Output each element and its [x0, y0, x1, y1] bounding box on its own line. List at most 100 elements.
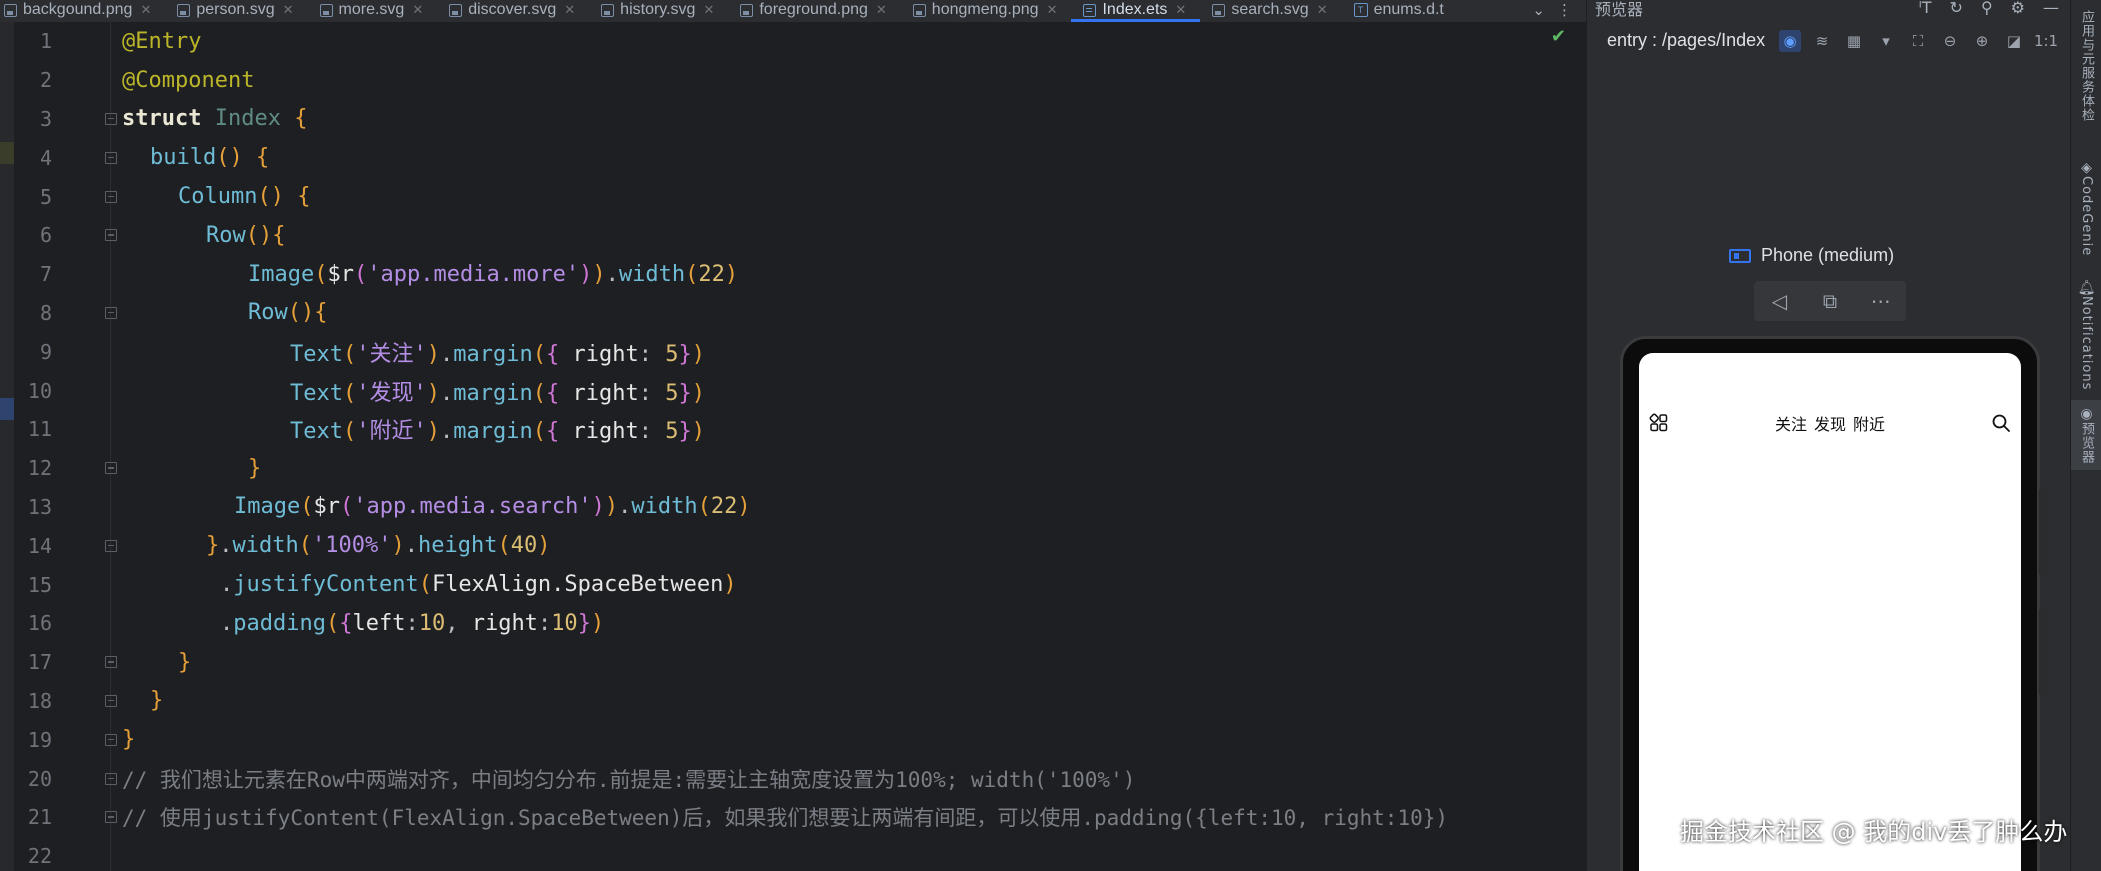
- ts-file-icon: T: [1353, 3, 1368, 17]
- number-literal: 22: [710, 494, 738, 520]
- tab-more-svg[interactable]: more.svg ✕: [308, 0, 438, 20]
- tab-person-svg[interactable]: person.svg ✕: [165, 0, 307, 20]
- tool-label: 预览器: [2079, 422, 2094, 464]
- code-comment: // 使用justifyContent(FlexAlign.SpaceBetwe…: [122, 806, 1449, 831]
- line-number: 16: [27, 611, 52, 636]
- tab-enums-dts[interactable]: T enums.d.t: [1342, 0, 1458, 20]
- bell-icon: 🔔︎: [2077, 280, 2096, 296]
- code-line: 11 Text('附近').margin({ right: 5}): [0, 410, 1586, 449]
- method-name: width: [232, 533, 299, 559]
- back-icon[interactable]: ◁: [1754, 281, 1805, 321]
- fold-icon[interactable]: [104, 306, 118, 320]
- app-tabs: 关注 发现 附近: [1775, 411, 1885, 435]
- tool-previewer[interactable]: ◉ 预览器: [2071, 400, 2101, 470]
- method-name: padding: [233, 610, 326, 636]
- eye-icon: ◉: [2080, 406, 2093, 422]
- tab-backgound-png[interactable]: backgound.png ✕: [0, 0, 165, 20]
- line-number: 14: [27, 533, 52, 558]
- fold-icon[interactable]: [104, 151, 118, 165]
- image-file-icon: [740, 3, 754, 17]
- close-icon[interactable]: ✕: [412, 2, 423, 18]
- fold-icon[interactable]: [104, 655, 118, 669]
- app-tab-nearby[interactable]: 附近: [1853, 411, 1885, 435]
- line-number: 21: [27, 805, 52, 830]
- gear-icon[interactable]: ⚙: [2011, 0, 2025, 17]
- line-number: 19: [27, 727, 52, 752]
- zoom-out-icon[interactable]: ⊖: [1939, 30, 1961, 52]
- crop-icon[interactable]: ⛶: [1907, 30, 1929, 52]
- tab-index-ets[interactable]: Index.ets ✕: [1071, 0, 1201, 22]
- chevron-down-icon[interactable]: ▾: [1875, 30, 1897, 52]
- inspector-icon[interactable]: ◉: [1779, 30, 1801, 52]
- close-icon[interactable]: ✕: [283, 2, 294, 18]
- number-literal: 5: [665, 380, 679, 406]
- app-tab-discover[interactable]: 发现: [1814, 411, 1846, 435]
- component-name: Row: [206, 222, 246, 248]
- close-icon[interactable]: ✕: [140, 2, 151, 18]
- code-editor[interactable]: ✔ 1 @Entry 2 @Component 3 struct Index {…: [0, 22, 1586, 871]
- actual-size-icon[interactable]: 1:1: [2034, 30, 2058, 52]
- more-vertical-icon[interactable]: ⋮: [1557, 1, 1572, 19]
- fold-icon[interactable]: [104, 112, 118, 126]
- tool-codegenie[interactable]: ◈ CodeGenie: [2071, 160, 2101, 256]
- fold-icon[interactable]: [104, 228, 118, 242]
- code-line: 18 }: [0, 682, 1586, 721]
- right-tool-strip: 应用与元服务体检 ◈ CodeGenie 🔔︎ Notifications ◉ …: [2070, 0, 2101, 871]
- search-icon[interactable]: [1991, 413, 2011, 433]
- code-line: 8 Row(){: [0, 294, 1586, 333]
- font-size-icon[interactable]: ᴵT: [1919, 0, 1932, 17]
- property-key: right: [572, 419, 639, 445]
- panel-tools: ᴵT ↻ ⚲ ⚙ —: [1919, 0, 2059, 17]
- fold-icon[interactable]: [104, 461, 118, 475]
- tool-app-check[interactable]: 应用与元服务体检: [2071, 10, 2101, 122]
- close-icon[interactable]: ✕: [564, 2, 575, 18]
- string-literal: '100%': [311, 533, 392, 559]
- chevron-down-icon[interactable]: ⌄: [1532, 1, 1545, 19]
- device-selector[interactable]: Phone (medium): [1729, 245, 1894, 266]
- string-literal: 'app.media.search': [353, 494, 592, 520]
- rotate-icon[interactable]: ⧉: [1805, 281, 1856, 321]
- fold-icon[interactable]: [104, 190, 118, 204]
- more-horizontal-icon[interactable]: ⋯: [1855, 281, 1906, 321]
- line-number: 3: [39, 106, 52, 131]
- fold-icon[interactable]: [104, 810, 118, 824]
- route-bar: entry : /pages/Index ◉ ≋ ▦ ▾ ⛶ ⊖ ⊕ ◪ 1:1: [1587, 26, 2071, 58]
- image-file-icon: [177, 3, 191, 17]
- component-name: Image: [234, 494, 301, 520]
- close-icon[interactable]: ✕: [876, 2, 887, 18]
- tab-foreground-png[interactable]: foreground.png ✕: [728, 0, 900, 20]
- refresh-icon[interactable]: ↻: [1950, 0, 1963, 17]
- tab-hongmeng-png[interactable]: hongmeng.png ✕: [901, 0, 1072, 20]
- minimize-icon[interactable]: —: [2043, 0, 2059, 17]
- fold-icon[interactable]: [104, 733, 118, 747]
- fold-icon[interactable]: [104, 539, 118, 553]
- fold-icon[interactable]: [104, 694, 118, 708]
- layers-icon[interactable]: ≋: [1811, 30, 1833, 52]
- code-line: 5 Column() {: [0, 177, 1586, 216]
- tab-search-svg[interactable]: search.svg ✕: [1200, 0, 1341, 20]
- fold-icon[interactable]: [104, 772, 118, 786]
- tab-discover-svg[interactable]: discover.svg ✕: [437, 0, 589, 20]
- line-number: 12: [27, 456, 52, 481]
- route-path: entry : /pages/Index: [1607, 30, 1766, 50]
- close-icon[interactable]: ✕: [703, 2, 714, 18]
- zoom-in-icon[interactable]: ⊕: [1971, 30, 1993, 52]
- app-tab-follow[interactable]: 关注: [1775, 411, 1807, 435]
- tab-history-svg[interactable]: history.svg ✕: [589, 0, 728, 20]
- phone-screen: 关注 发现 附近: [1639, 353, 2021, 871]
- close-icon[interactable]: ✕: [1317, 2, 1328, 18]
- pin-icon[interactable]: ⚲: [1981, 0, 1993, 17]
- watermark: 掘金技术社区 @ 我的div丢了肿么办: [1680, 818, 2068, 846]
- line-number: 8: [39, 300, 52, 325]
- resource-fn: $r: [327, 261, 354, 287]
- more-grid-icon[interactable]: [1649, 413, 1669, 433]
- close-icon[interactable]: ✕: [1175, 2, 1186, 18]
- tool-notifications[interactable]: 🔔︎ Notifications: [2071, 280, 2101, 390]
- grid-icon[interactable]: ▦: [1843, 30, 1865, 52]
- line-number: 13: [27, 494, 52, 519]
- line-number: 17: [27, 650, 52, 675]
- fit-screen-icon[interactable]: ◪: [2003, 30, 2025, 52]
- method-name: justifyContent: [233, 572, 419, 598]
- tab-label: more.svg: [338, 1, 405, 18]
- close-icon[interactable]: ✕: [1047, 2, 1058, 18]
